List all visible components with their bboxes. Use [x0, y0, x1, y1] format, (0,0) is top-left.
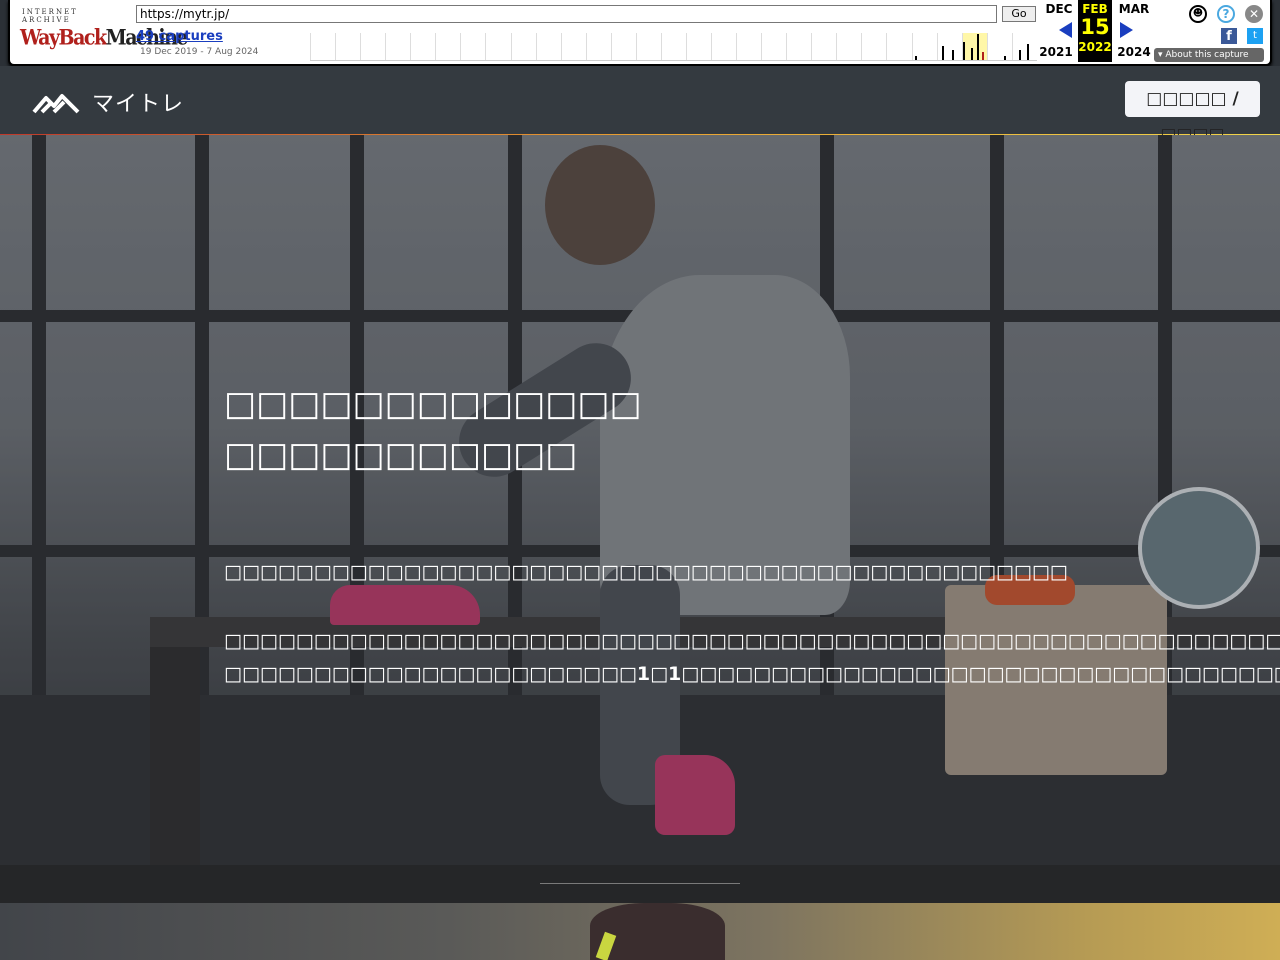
sparkline-cell [510, 33, 536, 60]
wayback-next-arrow-icon[interactable] [1120, 22, 1133, 38]
wayback-next-year[interactable]: 2024 [1116, 45, 1152, 59]
sparkline-cell [811, 33, 836, 60]
sparkline-cell [986, 33, 1012, 60]
sparkline-cell [685, 33, 711, 60]
wayback-sparkline[interactable] [310, 33, 1037, 61]
brand-logo-icon [32, 94, 80, 114]
sparkline-cell [761, 33, 786, 60]
hero-title-line-2: □□□□□□□□□□□ [224, 435, 578, 475]
wayback-cur-year: 2022 [1078, 40, 1112, 54]
hero-body-line-1: □□□□□□□□□□□□□□□□□□□□□□□□□□□□□□□□□□□□□□□□… [224, 630, 1280, 652]
sparkline-cell [635, 33, 661, 60]
sparkline-bar [951, 50, 954, 60]
wayback-captures-link[interactable]: 49 captures [136, 29, 223, 44]
hero-title: □□□□□□□□□□□□□ □□□□□□□□□□□ [224, 379, 1064, 481]
wayback-prev-arrow-icon[interactable] [1059, 22, 1072, 38]
user-icon[interactable]: ☻ [1189, 5, 1207, 23]
brand[interactable]: マイトレ [32, 86, 184, 118]
sparkline-cell [485, 33, 510, 60]
sparkline-cell [886, 33, 911, 60]
sparkline-cell [335, 33, 360, 60]
brand-name: マイトレ [92, 92, 185, 117]
wayback-current-date: FEB 15 2022 [1078, 0, 1112, 62]
wayback-about-label: About this capture [1165, 50, 1249, 60]
close-icon[interactable]: ✕ [1245, 5, 1263, 23]
sparkline-bar [970, 48, 973, 60]
wayback-cur-day: 15 [1080, 15, 1110, 39]
sparkline-bar [981, 52, 984, 60]
wayback-cur-month: FEB [1082, 2, 1108, 16]
hero-section: □□□□□□□□□□□□□ □□□□□□□□□□□ □□□□□□□□□□□□□□… [0, 135, 1280, 865]
wayback-next-month[interactable]: MAR [1116, 2, 1152, 16]
sparkline-cell [1011, 33, 1037, 60]
sparkline-bar [976, 34, 979, 60]
sparkline-cell [961, 33, 987, 60]
sparkline-cell [836, 33, 861, 60]
wayback-logo-wayback: WayBack [20, 25, 107, 51]
sparkline-cell [410, 33, 435, 60]
sparkline-cell [610, 33, 636, 60]
login-register-button[interactable]: □□□□□ / □□□□ [1125, 81, 1260, 145]
sparkline-cell [911, 33, 937, 60]
help-icon[interactable]: ? [1217, 5, 1235, 23]
sparkline-cell [585, 33, 611, 60]
sparkline-bar [1026, 44, 1029, 60]
hero-lead: □□□□□□□□□□□□□□□□□□□□□□□□□□□□□□□□□□□□□□□□… [224, 561, 1068, 583]
hero-title-line-1: □□□□□□□□□□□□□ [224, 384, 642, 424]
sparkline-bar [1003, 56, 1006, 60]
sparkline-cell [460, 33, 485, 60]
wayback-logo[interactable]: INTERNET ARCHIVE WayBackMachine [20, 8, 189, 54]
sparkline-cell [560, 33, 586, 60]
wayback-prev-year[interactable]: 2021 [1038, 45, 1074, 59]
sparkline-cell [310, 33, 335, 60]
wayback-date-range: 19 Dec 2019 - 7 Aug 2024 [140, 47, 259, 57]
sparkline-cell [435, 33, 460, 60]
sparkline-cell [660, 33, 686, 60]
wayback-prev-month[interactable]: DEC [1041, 2, 1077, 16]
wayback-toolbar: INTERNET ARCHIVE WayBackMachine https://… [8, 0, 1272, 66]
sparkline-bar [1018, 50, 1021, 60]
sparkline-cell [861, 33, 886, 60]
sparkline-cell [936, 33, 962, 60]
next-section-image [0, 903, 1280, 960]
wayback-logo-top: INTERNET ARCHIVE [22, 8, 78, 24]
divider-line [540, 883, 740, 884]
sparkline-bar [962, 42, 965, 60]
hero-body-line-2: □□□□□□□□□□□□□□□□□□□□□□□1□1□□□□□□□□□□□□□□… [224, 663, 1280, 685]
sparkline-cell [736, 33, 761, 60]
sparkline-cell [786, 33, 811, 60]
wayback-about-capture[interactable]: ▾ About this capture [1154, 48, 1264, 62]
hero-content: □□□□□□□□□□□□□ □□□□□□□□□□□ □□□□□□□□□□□□□□… [224, 379, 1280, 691]
facebook-icon[interactable]: f [1221, 28, 1237, 44]
sparkline-cell [711, 33, 736, 60]
section-divider [0, 865, 1280, 903]
site-header: マイトレ □□□□□ / □□□□ [0, 66, 1280, 145]
sparkline-bar [914, 56, 917, 60]
sparkline-cell [535, 33, 561, 60]
wayback-go-button[interactable]: Go [1002, 6, 1036, 22]
sparkline-cell [385, 33, 410, 60]
wayback-url-input[interactable]: https://mytr.jp/ [136, 5, 997, 23]
twitter-icon[interactable]: t [1247, 28, 1263, 44]
sparkline-cell [360, 33, 385, 60]
hero-body: □□□□□□□□□□□□□□□□□□□□□□□□□□□□□□□□□□□□□□□□… [224, 625, 1280, 691]
sparkline-bar [941, 46, 944, 60]
wayback-logo-wordmark: WayBackMachine [20, 25, 189, 51]
